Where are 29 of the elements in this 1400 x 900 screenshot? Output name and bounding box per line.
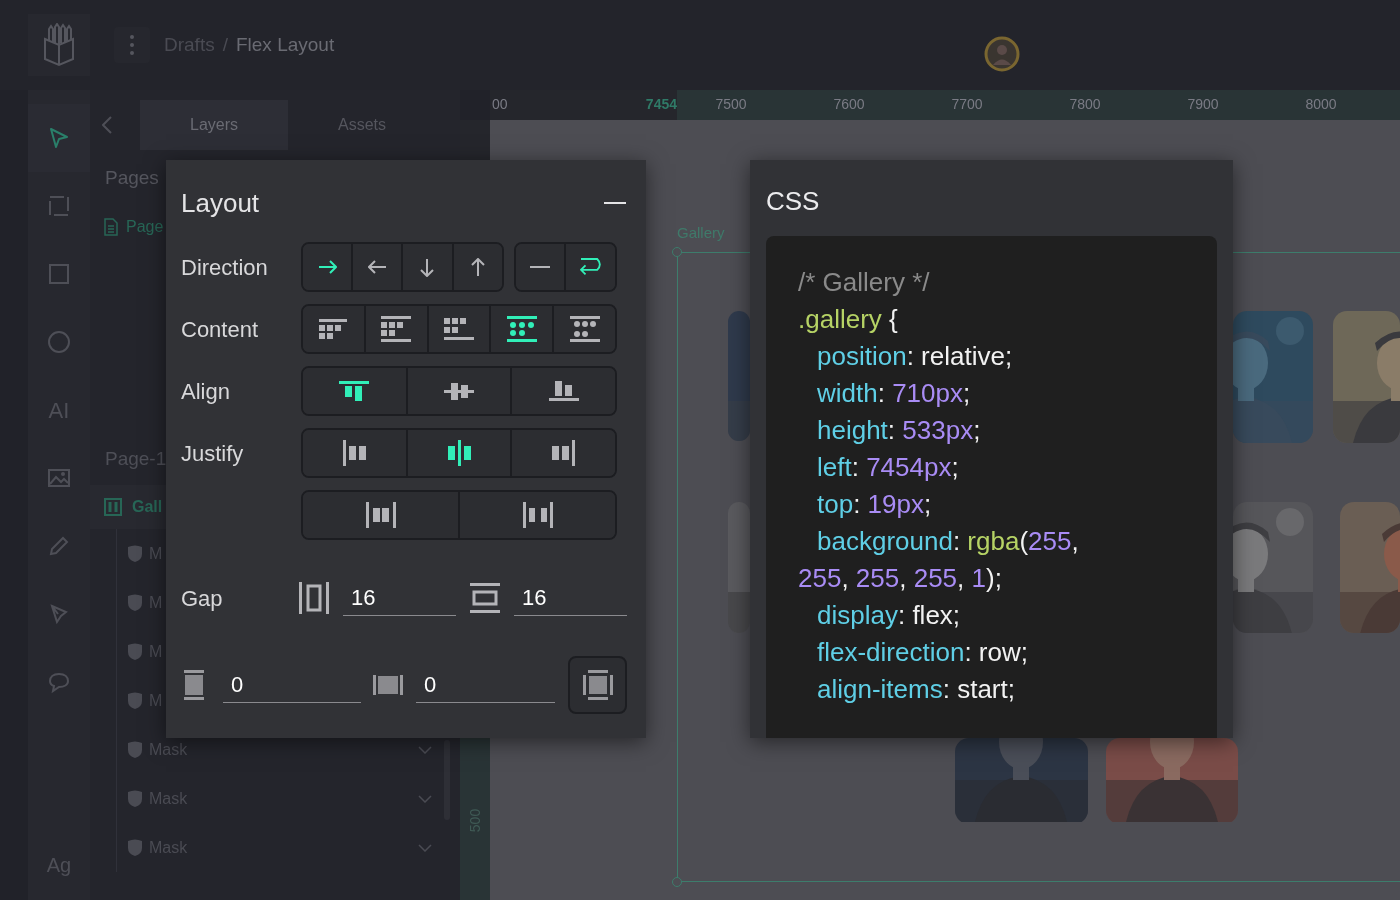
- field-label: Direction: [181, 253, 269, 282]
- code-line: height: 533px;: [816, 414, 982, 447]
- field-label: Justify: [181, 439, 245, 468]
- code-line: display: flex;: [816, 599, 962, 632]
- code-line: flex-direction: row;: [816, 636, 1029, 669]
- panel-title: CSS: [766, 185, 821, 218]
- ruler-label: 7900: [1187, 95, 1219, 114]
- code-line: /* Gallery */: [798, 266, 931, 299]
- field-label: Align: [181, 377, 231, 406]
- code-line: background: rgba(255,: [816, 525, 1080, 558]
- code-line: position: relative;: [816, 340, 1014, 373]
- code-line: .gallery {: [798, 303, 899, 336]
- ruler-marker: 7454: [645, 95, 677, 114]
- breadcrumb-separator: /: [222, 32, 228, 57]
- field-label: Content: [181, 315, 260, 344]
- ruler-label: 7500: [715, 95, 747, 114]
- ruler-label: 7600: [833, 95, 865, 114]
- field-label: Gap: [181, 584, 224, 613]
- code-line: align-items: start;: [816, 673, 1016, 706]
- ruler-label: 00: [492, 95, 508, 114]
- code-line: left: 7454px;: [816, 451, 960, 484]
- code-line: top: 19px;: [816, 488, 933, 521]
- ruler-label: 8000: [1305, 95, 1337, 114]
- file-name: Flex Layout: [235, 32, 335, 57]
- panel-title: Layout: [181, 186, 260, 220]
- code-line: width: 710px;: [816, 377, 972, 410]
- ruler-label: 7800: [1069, 95, 1101, 114]
- ruler-label: 7700: [951, 95, 983, 114]
- code-line: 255, 255, 255, 1);: [798, 562, 1003, 595]
